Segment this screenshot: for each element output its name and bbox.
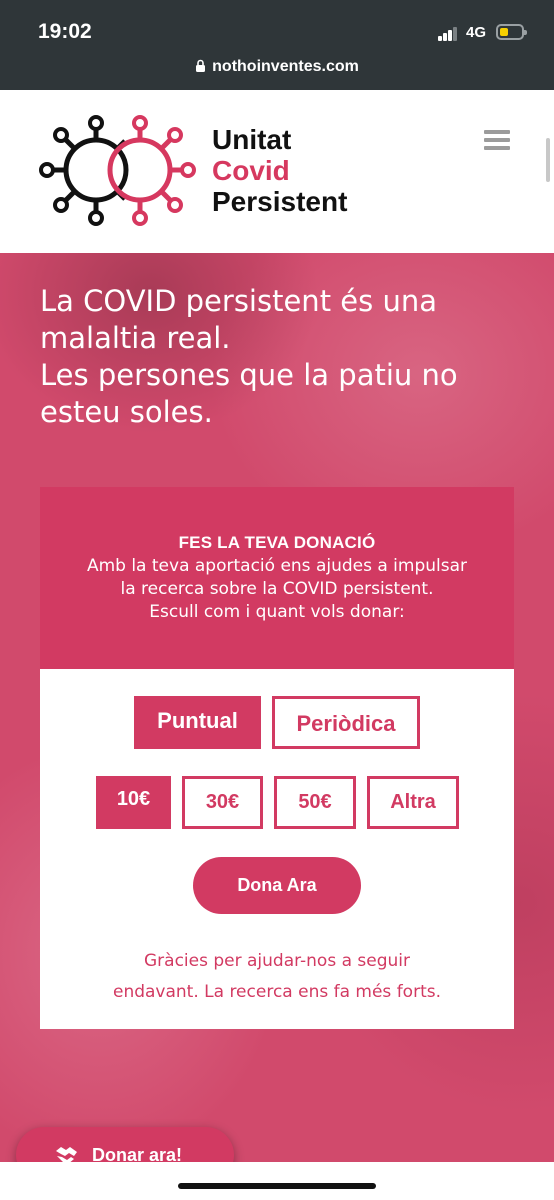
- amount-other-button[interactable]: Altra: [367, 776, 459, 829]
- address-bar[interactable]: nothoinventes.com: [0, 58, 554, 76]
- lock-icon: [196, 59, 206, 72]
- brand-line-1: Unitat: [212, 124, 292, 155]
- virus-logo-icon[interactable]: [38, 114, 198, 229]
- bottom-bar: [0, 1162, 554, 1200]
- hero-line-1: La COVID persistent és una: [40, 284, 437, 318]
- donation-desc-line-1: Amb la teva aportació ens ajudes a impul…: [86, 556, 468, 576]
- thanks-line-1: Gràcies per ajudar-nos a seguir: [143, 951, 411, 971]
- donation-card: FES LA TEVA DONACIÓ Amb la teva aportaci…: [40, 487, 514, 1029]
- amount-10-button[interactable]: 10€: [96, 776, 171, 829]
- amount-50-button[interactable]: 50€: [274, 776, 356, 829]
- site-header: Unitat Covid Persistent: [0, 90, 554, 253]
- battery-icon: [496, 24, 527, 40]
- hero-line-2: malaltia real.: [40, 321, 231, 355]
- network-type: 4G: [466, 24, 487, 41]
- hero-line-3: Les persones que la patiu no: [40, 358, 458, 392]
- status-time: 19:02: [38, 20, 92, 43]
- brand-name[interactable]: Unitat Covid Persistent: [212, 124, 347, 217]
- donation-header: FES LA TEVA DONACIÓ Amb la teva aportaci…: [40, 487, 514, 669]
- donation-description: Amb la teva aportació ens ajudes a impul…: [40, 555, 514, 624]
- menu-icon[interactable]: [484, 130, 510, 152]
- status-bar: 19:02 4G nothoinventes.com: [0, 0, 554, 90]
- donation-title: FES LA TEVA DONACIÓ: [178, 533, 376, 552]
- type-puntual-button[interactable]: Puntual: [134, 696, 261, 749]
- thanks-line-2: endavant. La recerca ens fa més forts.: [112, 982, 441, 1002]
- donation-desc-line-2: la recerca sobre la COVID persistent.: [120, 579, 434, 599]
- url-text: nothoinventes.com: [212, 58, 359, 75]
- brand-line-3: Persistent: [212, 186, 348, 217]
- scrollbar[interactable]: [546, 138, 550, 182]
- donation-desc-line-3: Escull com i quant vols donar:: [149, 602, 405, 622]
- dona-ara-button[interactable]: Dona Ara: [193, 857, 361, 914]
- signal-icon: [438, 27, 458, 41]
- amount-30-button[interactable]: 30€: [182, 776, 263, 829]
- home-indicator[interactable]: [178, 1183, 376, 1189]
- hero-line-4: esteu soles.: [40, 395, 213, 429]
- hero-section: La COVID persistent és una malaltia real…: [0, 253, 554, 1200]
- brand-line-2: Covid: [212, 155, 290, 186]
- thanks-message: Gràcies per ajudar-nos a seguir endavant…: [40, 946, 514, 1008]
- hero-heading: La COVID persistent és una malaltia real…: [40, 283, 520, 431]
- type-periodica-button[interactable]: Periòdica: [272, 696, 420, 749]
